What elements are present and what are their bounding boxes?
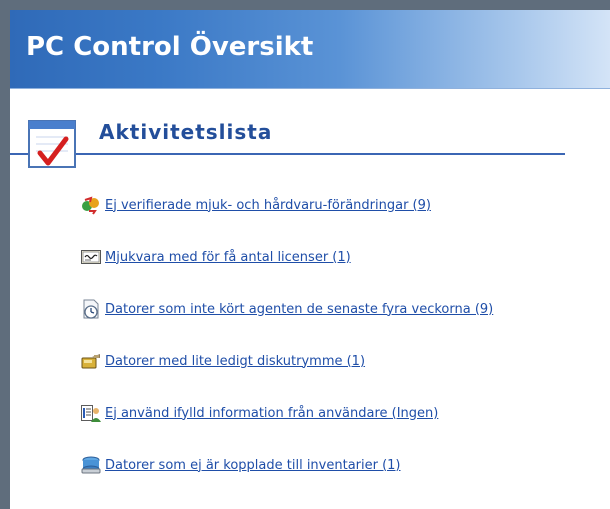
agent-clock-icon xyxy=(83,299,99,319)
page-title: PC Control Översikt xyxy=(26,32,314,62)
activity-link[interactable]: Ej använd ifylld information från använd… xyxy=(105,406,438,421)
activity-link[interactable]: Datorer som inte kört agenten de senaste… xyxy=(105,302,493,317)
activity-link[interactable]: Datorer som ej är kopplade till inventar… xyxy=(105,458,401,473)
activity-link[interactable]: Ej verifierade mjuk- och hårdvaru-föränd… xyxy=(105,198,431,213)
activity-item-agent-not-run[interactable]: Datorer som inte kört agenten de senaste… xyxy=(80,297,493,321)
activity-item-few-licenses[interactable]: Mjukvara med för få antal licenser (1) xyxy=(80,245,351,269)
activity-item-unverified-changes[interactable]: Ej verifierade mjuk- och hårdvaru-föränd… xyxy=(80,193,431,217)
activity-item-low-disk-space[interactable]: Datorer med lite ledigt diskutrymme (1) xyxy=(80,349,365,373)
section-divider xyxy=(10,153,565,155)
disk-space-icon xyxy=(81,354,100,369)
activity-link[interactable]: Mjukvara med för få antal licenser (1) xyxy=(105,250,351,265)
inventory-link-icon xyxy=(81,456,101,474)
user-info-icon xyxy=(81,405,101,422)
activity-item-user-info[interactable]: Ej använd ifylld information från använd… xyxy=(80,401,438,425)
activity-link[interactable]: Datorer med lite ledigt diskutrymme (1) xyxy=(105,354,365,369)
page-header: PC Control Översikt xyxy=(10,10,610,89)
checklist-icon xyxy=(28,120,76,168)
activity-item-not-linked-inventory[interactable]: Datorer som ej är kopplade till inventar… xyxy=(80,453,401,477)
section-title: Aktivitetslista xyxy=(99,120,273,144)
license-icon xyxy=(81,250,101,264)
change-verify-icon xyxy=(82,196,99,215)
